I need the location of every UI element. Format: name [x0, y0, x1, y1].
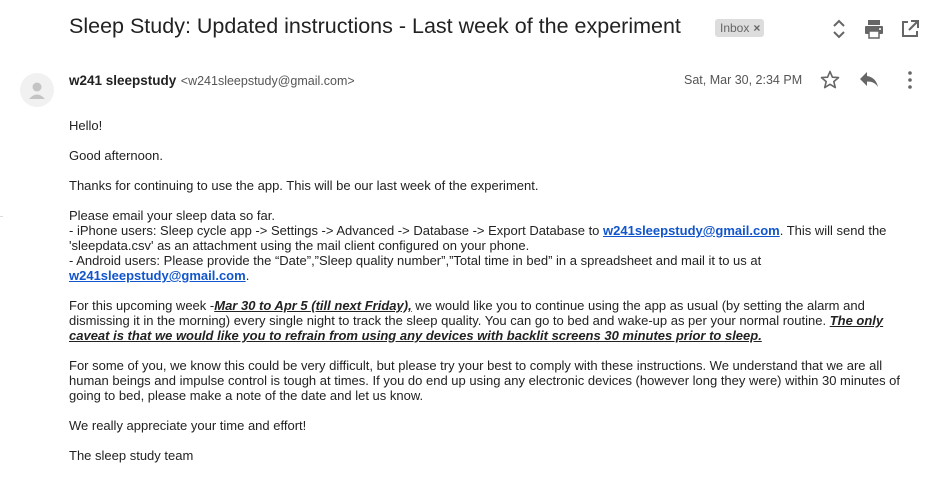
week-dates: Mar 30 to Apr 5 (till next Friday),: [214, 298, 412, 313]
sender-name[interactable]: w241 sleepstudy: [69, 73, 176, 88]
email-link[interactable]: w241sleepstudy@gmail.com: [69, 268, 246, 283]
android-instructions-end: .: [245, 268, 250, 283]
good-afternoon: Good afternoon.: [69, 148, 163, 163]
sender-avatar[interactable]: [20, 73, 54, 107]
reply-icon[interactable]: [857, 68, 881, 92]
email-subject: Sleep Study: Updated instructions - Last…: [69, 14, 681, 38]
email-body: Hello! Good afternoon. Thanks for contin…: [69, 118, 909, 478]
divider-mark: [0, 216, 3, 217]
thanks-paragraph: Thanks for continuing to use the app. Th…: [69, 178, 539, 193]
signature: The sleep study team: [69, 448, 194, 463]
sender-email: <w241sleepstudy@gmail.com>: [180, 74, 355, 88]
week-intro: For this upcoming week -: [69, 298, 215, 313]
difficult-paragraph: For some of you, we know this could be v…: [69, 358, 901, 403]
sender-row: w241 sleepstudy <w241sleepstudy@gmail.co…: [69, 72, 355, 90]
unfold-icon[interactable]: [827, 17, 851, 41]
inbox-label[interactable]: Inbox ×: [715, 19, 765, 37]
subject-row: Sleep Study: Updated instructions - Last…: [69, 14, 934, 44]
email-link[interactable]: w241sleepstudy@gmail.com: [603, 223, 780, 238]
inbox-label-text: Inbox: [720, 21, 750, 35]
instructions-paragraph: Please email your sleep data so far. - iP…: [69, 208, 909, 283]
more-vert-icon[interactable]: [898, 68, 922, 92]
person-icon: [29, 82, 45, 99]
remove-label-icon[interactable]: ×: [753, 21, 760, 35]
star-icon[interactable]: [818, 68, 842, 92]
open-in-new-icon[interactable]: [898, 17, 922, 41]
week-paragraph: For this upcoming week -Mar 30 to Apr 5 …: [69, 298, 909, 343]
print-icon[interactable]: [862, 17, 886, 41]
android-instructions: - Android users: Please provide the “Dat…: [69, 253, 762, 268]
greeting: Hello!: [69, 118, 103, 133]
appreciate-paragraph: We really appreciate your time and effor…: [69, 418, 307, 433]
iphone-instructions: - iPhone users: Sleep cycle app -> Setti…: [69, 223, 604, 238]
email-date: Sat, Mar 30, 2:34 PM: [684, 73, 803, 87]
please-email-line: Please email your sleep data so far.: [69, 208, 275, 223]
